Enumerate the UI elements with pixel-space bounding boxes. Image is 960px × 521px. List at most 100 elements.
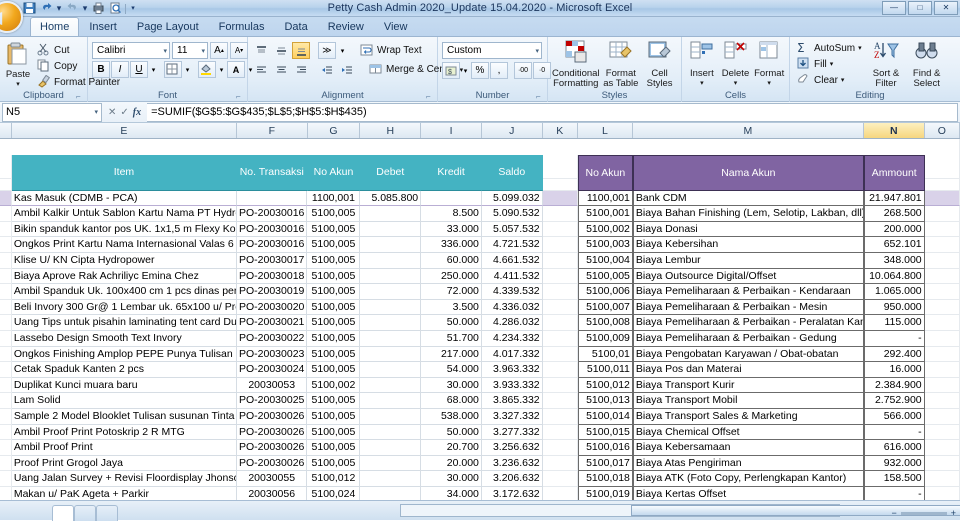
- insert-dropdown-icon[interactable]: ▾: [700, 79, 704, 89]
- table-row[interactable]: Ambil Kalkir Untuk Sablon Kartu Nama PT …: [0, 206, 960, 222]
- cell-right-ammount[interactable]: 158.500: [864, 471, 925, 487]
- cell-trailing[interactable]: [925, 409, 960, 425]
- save-icon[interactable]: [22, 2, 36, 15]
- cell-debet[interactable]: [360, 393, 421, 409]
- cell-debet[interactable]: [360, 456, 421, 472]
- cell-item[interactable]: Duplikat Kunci muara baru: [12, 378, 237, 394]
- cell-saldo[interactable]: 3.206.632: [482, 471, 543, 487]
- cell-spacer[interactable]: [543, 269, 578, 285]
- cell-spacer[interactable]: [543, 471, 578, 487]
- cell-right-no-akun[interactable]: 5100,009: [578, 331, 633, 347]
- table-row[interactable]: Proof Print Grogol JayaPO-200300265100,0…: [0, 456, 960, 472]
- cell-right-nama-akun[interactable]: Biaya Pemeliharaan & Perbaikan - Peralat…: [633, 315, 864, 331]
- cell-trailing[interactable]: [925, 331, 960, 347]
- table-row[interactable]: Klise U/ KN Cipta HydropowerPO-200300175…: [0, 253, 960, 269]
- cell-no-akun[interactable]: 5100,005: [307, 253, 360, 269]
- cell-no-akun[interactable]: 5100,005: [307, 237, 360, 253]
- cell-no-akun[interactable]: 5100,005: [307, 425, 360, 441]
- cell-right-ammount[interactable]: 348.000: [864, 253, 925, 269]
- cell-no-akun[interactable]: 5100,005: [307, 393, 360, 409]
- cell-no-transaksi[interactable]: PO-20030026: [237, 425, 308, 441]
- cell-saldo[interactable]: 3.277.332: [482, 425, 543, 441]
- cell-right-ammount[interactable]: 1.065.000: [864, 284, 925, 300]
- cell-no-transaksi[interactable]: PO-20030026: [237, 409, 308, 425]
- cell-kredit[interactable]: 20.000: [421, 456, 482, 472]
- cell-no-transaksi[interactable]: 20030053: [237, 378, 308, 394]
- cell-debet[interactable]: [360, 315, 421, 331]
- row-gutter[interactable]: [0, 440, 12, 456]
- cell-debet[interactable]: [360, 331, 421, 347]
- cell-right-nama-akun[interactable]: Biaya Transport Sales & Marketing: [633, 409, 864, 425]
- cell-no-akun[interactable]: 5100,005: [307, 269, 360, 285]
- percent-format-button[interactable]: %: [471, 62, 489, 79]
- cell-spacer[interactable]: [543, 237, 578, 253]
- cell-kredit[interactable]: 51.700: [421, 331, 482, 347]
- cell-no-transaksi[interactable]: PO-20030025: [237, 393, 308, 409]
- name-box[interactable]: N5 ▾: [2, 103, 102, 122]
- row-gutter[interactable]: [0, 206, 12, 222]
- insert-cells-button[interactable]: Insert ▾: [686, 40, 718, 89]
- cell-no-akun[interactable]: 5100,005: [307, 362, 360, 378]
- orientation-button[interactable]: ≫: [318, 42, 336, 59]
- cell-kredit[interactable]: 72.000: [421, 284, 482, 300]
- cell-right-no-akun[interactable]: 5100,003: [578, 237, 633, 253]
- find-select-button[interactable]: Find & Select: [907, 40, 946, 89]
- row-gutter[interactable]: [0, 425, 12, 441]
- font-name-combo[interactable]: Calibri▾: [92, 42, 170, 59]
- align-bottom-button[interactable]: [292, 42, 310, 59]
- cell-kredit[interactable]: 54.000: [421, 362, 482, 378]
- cell-right-ammount[interactable]: 21.947.801: [864, 191, 925, 207]
- cell-right-nama-akun[interactable]: Biaya Pengobatan Karyawan / Obat-obatan: [633, 347, 864, 363]
- cell-trailing[interactable]: [925, 347, 960, 363]
- cell-trailing[interactable]: [925, 471, 960, 487]
- delete-dropdown-icon[interactable]: ▾: [734, 79, 738, 89]
- cell-item[interactable]: Klise U/ KN Cipta Hydropower: [12, 253, 237, 269]
- column-header-G[interactable]: G: [308, 123, 361, 138]
- table-row[interactable]: Duplikat Kunci muara baru200300535100,00…: [0, 378, 960, 394]
- cell-no-transaksi[interactable]: PO-20030022: [237, 331, 308, 347]
- cell-item[interactable]: Uang Tips untuk pisahin laminating tent …: [12, 315, 237, 331]
- paste-dropdown-icon[interactable]: ▾: [16, 80, 20, 90]
- zoom-slider[interactable]: [901, 512, 947, 515]
- cell-kredit[interactable]: 68.000: [421, 393, 482, 409]
- cell-trailing[interactable]: [925, 269, 960, 285]
- cell-right-nama-akun[interactable]: Biaya Pemeliharaan & Perbaikan - Mesin: [633, 300, 864, 316]
- left-header-kredit[interactable]: Kredit: [421, 155, 482, 191]
- cell-debet[interactable]: [360, 284, 421, 300]
- alignment-dialog-launcher[interactable]: ⌐: [426, 93, 434, 101]
- cell-kredit[interactable]: 30.000: [421, 471, 482, 487]
- cell-right-ammount[interactable]: -: [864, 425, 925, 441]
- cell-item[interactable]: Sample 2 Model Blooklet Tulisan susunan …: [12, 409, 237, 425]
- cell-debet[interactable]: [360, 440, 421, 456]
- cell-saldo[interactable]: 4.336.032: [482, 300, 543, 316]
- table-row[interactable]: Bikin spanduk kantor pos UK. 1x1,5 m Fle…: [0, 222, 960, 238]
- cell-right-no-akun[interactable]: 5100,002: [578, 222, 633, 238]
- table-row[interactable]: Uang Jalan Survey + Revisi Floordisplay …: [0, 471, 960, 487]
- fill-button[interactable]: Fill ▾: [794, 56, 865, 72]
- row-gutter[interactable]: [0, 393, 12, 409]
- cell-right-nama-akun[interactable]: Biaya Atas Pengiriman: [633, 456, 864, 472]
- cell-no-transaksi[interactable]: [237, 191, 308, 207]
- horizontal-scrollbar[interactable]: [400, 504, 840, 517]
- fill-dropdown-icon[interactable]: ▾: [830, 60, 834, 68]
- cell-right-ammount[interactable]: 566.000: [864, 409, 925, 425]
- cell-trailing[interactable]: [925, 440, 960, 456]
- align-top-button[interactable]: [252, 42, 270, 59]
- paste-button[interactable]: Paste ▾: [4, 41, 32, 90]
- column-header-O[interactable]: O: [925, 123, 960, 138]
- cell-right-nama-akun[interactable]: Biaya Transport Mobil: [633, 393, 864, 409]
- cell-right-ammount[interactable]: 2.384.900: [864, 378, 925, 394]
- cell-no-akun[interactable]: 5100,005: [307, 456, 360, 472]
- cell-no-transaksi[interactable]: PO-20030017: [237, 253, 308, 269]
- row-gutter[interactable]: [0, 191, 12, 207]
- cell-debet[interactable]: [360, 222, 421, 238]
- accounting-dropdown[interactable]: ▾: [461, 62, 470, 79]
- cell-kredit[interactable]: 20.700: [421, 440, 482, 456]
- cell-spacer[interactable]: [543, 284, 578, 300]
- cell-spacer[interactable]: [543, 331, 578, 347]
- number-format-combo[interactable]: Custom▾: [442, 42, 542, 59]
- minimize-button[interactable]: —: [882, 1, 906, 15]
- cell-saldo[interactable]: 5.090.532: [482, 206, 543, 222]
- cell-saldo[interactable]: 3.865.332: [482, 393, 543, 409]
- cell-item[interactable]: Uang Jalan Survey + Revisi Floordisplay …: [12, 471, 237, 487]
